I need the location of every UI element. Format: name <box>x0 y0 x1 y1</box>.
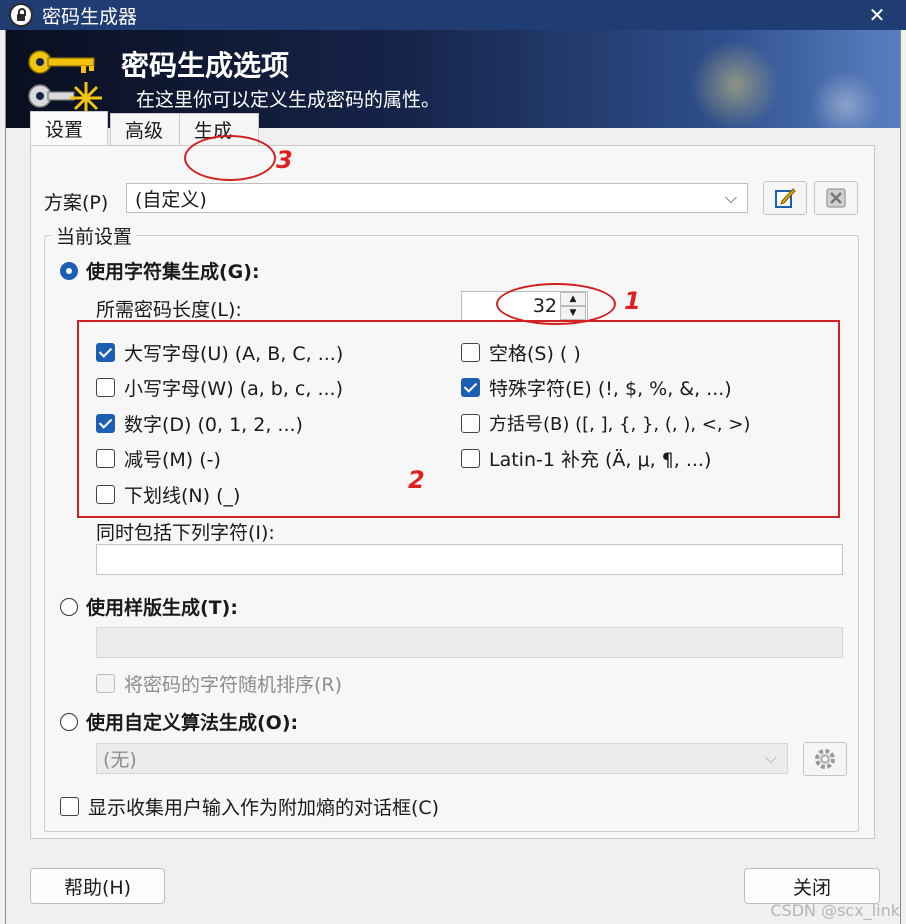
checkbox[interactable] <box>60 797 79 816</box>
charset-mode-radio[interactable]: 使用字符集生成(G): <box>60 257 260 284</box>
edit-scheme-button[interactable] <box>763 181 807 215</box>
entropy-option[interactable]: 显示收集用户输入作为附加熵的对话框(C) <box>60 793 439 820</box>
custom-algorithm-value: (无) <box>103 749 137 771</box>
radio-button[interactable] <box>60 712 78 731</box>
banner-subtitle: 在这里你可以定义生成密码的属性。 <box>136 89 441 111</box>
checkbox[interactable] <box>96 674 115 693</box>
scheme-label: 方案(P) <box>44 192 109 214</box>
tab-advanced[interactable]: 高级 <box>110 113 180 145</box>
banner-title: 密码生成选项 <box>121 49 290 82</box>
pattern-input[interactable] <box>96 627 843 658</box>
tab-settings[interactable]: 设置 <box>30 111 108 145</box>
keys-icon <box>28 50 102 114</box>
radio-button[interactable] <box>60 261 78 280</box>
radio-button[interactable] <box>60 597 78 616</box>
pattern-mode-label: 使用样版生成(T): <box>86 597 238 619</box>
charset-mode-label: 使用字符集生成(G): <box>86 261 260 283</box>
length-label: 所需密码长度(L): <box>96 299 242 321</box>
title-bar: 密码生成器 ✕ <box>0 0 906 30</box>
help-button[interactable]: 帮助(H) <box>30 868 165 904</box>
custom-algorithm-dropdown[interactable]: (无) ⌵ <box>96 743 788 774</box>
annotation-ellipse-generate-tab <box>184 135 276 181</box>
scheme-value: (自定义) <box>135 188 207 211</box>
window-title: 密码生成器 <box>42 5 138 28</box>
scheme-dropdown[interactable]: (自定义) ⌵ <box>126 183 748 213</box>
chevron-down-icon: ⌵ <box>764 748 777 767</box>
chevron-down-icon: ⌵ <box>724 188 737 207</box>
annotation-number-1: 1 <box>624 287 641 315</box>
close-button[interactable]: 关闭 <box>744 868 880 904</box>
delete-icon <box>826 188 846 208</box>
include-input[interactable] <box>96 544 843 575</box>
gear-icon <box>815 749 835 769</box>
annotation-box-charsets <box>77 320 840 518</box>
custom-mode-label: 使用自定义算法生成(O): <box>86 712 299 734</box>
edit-icon <box>775 188 796 208</box>
annotation-ellipse-length <box>496 283 616 325</box>
watermark: CSDN @scx_link <box>770 901 900 920</box>
shuffle-option[interactable]: 将密码的字符随机排序(R) <box>96 670 342 697</box>
shuffle-label: 将密码的字符随机排序(R) <box>124 674 343 696</box>
custom-mode-radio[interactable]: 使用自定义算法生成(O): <box>60 708 298 735</box>
pattern-mode-radio[interactable]: 使用样版生成(T): <box>60 593 238 620</box>
entropy-label: 显示收集用户输入作为附加熵的对话框(C) <box>88 797 440 819</box>
annotation-number-2: 2 <box>408 466 425 494</box>
algorithm-settings-button[interactable] <box>803 742 847 776</box>
current-settings-title: 当前设置 <box>52 222 137 249</box>
include-label: 同时包括下列字符(I): <box>96 522 275 544</box>
lock-icon <box>9 3 33 27</box>
delete-scheme-button[interactable] <box>814 181 858 215</box>
window-close-button[interactable]: ✕ <box>854 0 900 30</box>
annotation-number-3: 3 <box>276 146 293 174</box>
